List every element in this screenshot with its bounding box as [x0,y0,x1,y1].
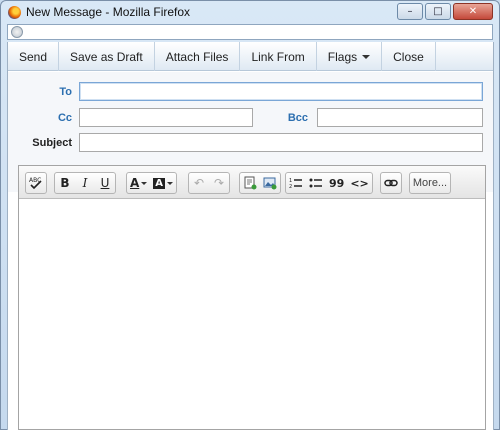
maximize-icon[interactable]: □ [425,3,451,20]
editor-toolbar: ABC B I U A A ↶ ↷ 1 2 99 <> More... [19,166,485,199]
spellcheck-group: ABC [25,172,47,194]
subject-field[interactable] [79,133,483,152]
subject-label: Subject [32,137,72,149]
redo-icon[interactable]: ↷ [209,173,229,193]
insert-group [239,172,281,194]
flags-button[interactable]: Flags [317,42,383,71]
minimize-icon[interactable]: – [397,3,423,20]
background-color-icon[interactable]: A [150,173,176,193]
more-button[interactable]: More... [409,172,451,194]
italic-icon[interactable]: I [75,173,95,193]
bold-icon[interactable]: B [55,173,75,193]
bcc-label: Bcc [287,112,308,124]
history-group: ↶ ↷ [188,172,230,194]
bcc-field[interactable] [317,108,483,127]
globe-icon [11,26,23,38]
blockquote-icon[interactable]: 99 [326,173,347,193]
source-code-icon[interactable]: <> [347,173,371,193]
font-color-icon[interactable]: A [127,173,150,193]
insert-image-icon[interactable] [260,173,280,193]
numbered-list-icon[interactable]: 12 [286,173,306,193]
firefox-icon [8,6,21,19]
background-color-glyph: A [153,177,166,189]
window-controls: – □ ✕ [397,3,493,20]
title-bar: New Message - Mozilla Firefox – □ ✕ [1,1,499,23]
spellcheck-icon[interactable]: ABC [26,173,46,193]
underline-icon[interactable]: U [95,173,115,193]
to-label: To [59,86,72,98]
compose-page: Send Save as Draft Attach Files Link Fro… [7,42,494,430]
address-bar[interactable] [7,24,493,40]
insert-document-icon[interactable] [240,173,260,193]
window-title: New Message - Mozilla Firefox [26,5,191,19]
cc-field[interactable] [79,108,253,127]
chevron-down-icon [362,55,371,59]
message-editor: ABC B I U A A ↶ ↷ 1 2 99 <> More... [18,165,486,430]
compose-toolbar: Send Save as Draft Attach Files Link Fro… [8,42,493,71]
to-field[interactable] [79,82,483,101]
link-icon[interactable] [381,173,401,193]
send-button[interactable]: Send [8,42,60,71]
format-group: B I U [54,172,116,194]
close-window-icon[interactable]: ✕ [453,3,493,20]
close-button[interactable]: Close [382,42,436,71]
save-draft-button[interactable]: Save as Draft [59,42,155,71]
browser-window: New Message - Mozilla Firefox – □ ✕ Send… [0,0,500,430]
bullet-list-icon[interactable] [306,173,326,193]
svg-text:2: 2 [289,184,292,190]
attach-files-button[interactable]: Attach Files [155,42,241,71]
link-from-button[interactable]: Link From [240,42,317,71]
color-group: A A [126,172,178,194]
flags-label: Flags [327,49,358,64]
message-body[interactable] [19,200,485,429]
undo-icon[interactable]: ↶ [189,173,209,193]
font-color-glyph: A [130,176,140,190]
link-group [380,172,402,194]
cc-label: Cc [57,112,72,124]
list-group: 12 99 <> [285,172,373,194]
